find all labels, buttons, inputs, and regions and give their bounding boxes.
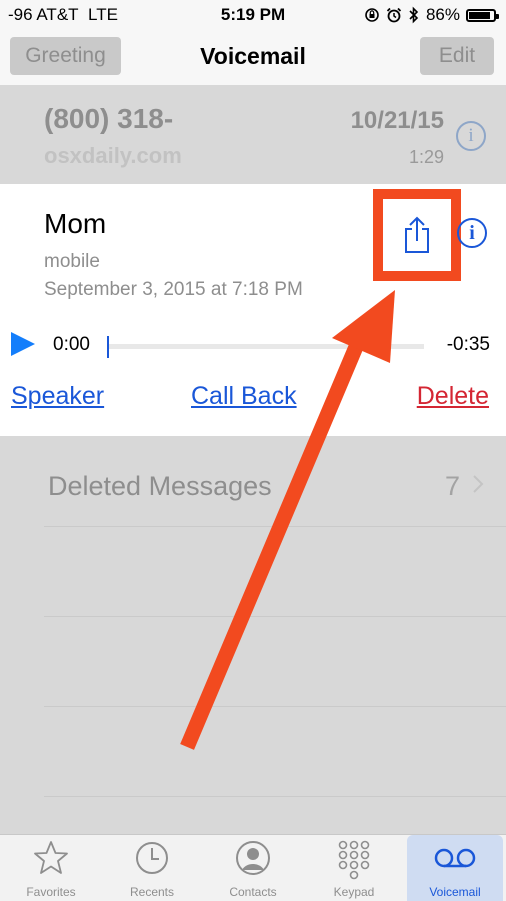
expanded-voicemail: Mom mobile September 3, 2015 at 7:18 PM … (0, 184, 506, 436)
share-highlight-box (373, 189, 461, 281)
delete-button[interactable]: Delete (417, 382, 489, 411)
tab-label: Keypad (333, 885, 375, 899)
tab-contacts[interactable]: Contacts (205, 835, 301, 901)
tab-favorites[interactable]: Favorites (3, 835, 99, 901)
info-icon[interactable]: i (457, 218, 487, 248)
alarm-icon (386, 7, 402, 23)
divider (44, 796, 506, 797)
edit-button[interactable]: Edit (420, 37, 494, 75)
clock-icon (136, 842, 168, 874)
status-bar: -96 AT&T LTE 5:19 PM 86% (0, 0, 506, 30)
caller-name: Mom (44, 208, 107, 239)
playback-scrubber[interactable] (107, 336, 109, 358)
star-icon (34, 841, 68, 874)
tab-keypad[interactable]: Keypad (306, 835, 402, 901)
divider (44, 526, 506, 527)
voicemail-date: 10/21/15 (350, 107, 444, 134)
tab-label: Recents (129, 885, 175, 899)
nav-bar: Greeting Voicemail Edit (0, 30, 506, 86)
voicemail-icon (434, 848, 476, 868)
divider (44, 616, 506, 617)
battery-icon (466, 8, 499, 22)
keypad-icon (338, 840, 370, 880)
voicemail-list-area: Deleted Messages 7 (0, 436, 506, 834)
voicemail-row[interactable]: (800) 318- osxdaily.com 10/21/15 1:29 i (0, 85, 506, 185)
elapsed-time: 0:00 (53, 334, 90, 355)
share-icon[interactable] (402, 216, 432, 254)
voicemail-date: September 3, 2015 at 7:18 PM (44, 279, 303, 300)
status-right: 86% (364, 5, 499, 25)
tab-voicemail[interactable]: Voicemail (407, 835, 503, 901)
remaining-time: -0:35 (446, 334, 490, 355)
divider (44, 706, 506, 707)
bluetooth-icon (409, 6, 419, 24)
tab-label: Contacts (229, 885, 277, 899)
rotation-lock-icon (365, 8, 379, 22)
deleted-messages-row[interactable]: Deleted Messages 7 (0, 436, 506, 526)
voicemail-duration: 1:29 (408, 147, 444, 167)
speaker-button[interactable]: Speaker (11, 382, 104, 411)
tab-recents[interactable]: Recents (104, 835, 200, 901)
battery-fill (469, 11, 490, 19)
info-icon[interactable]: i (456, 121, 486, 151)
caller-type: mobile (44, 251, 100, 272)
tab-bar: Favorites Recents Contacts Keypad Voicem… (0, 834, 506, 901)
deleted-messages-count: 7 (444, 471, 460, 501)
playback-track[interactable] (108, 344, 424, 349)
battery-percent: 86% (425, 5, 460, 24)
voicemail-subtitle: osxdaily.com (44, 143, 182, 168)
call-back-button[interactable]: Call Back (191, 382, 297, 411)
play-button[interactable] (11, 332, 35, 356)
voicemail-number: (800) 318- (44, 103, 174, 134)
person-icon (236, 841, 270, 875)
deleted-messages-label: Deleted Messages (48, 471, 272, 501)
tab-label: Voicemail (429, 885, 481, 899)
chevron-right-icon (473, 475, 484, 493)
tab-label: Favorites (26, 885, 76, 899)
